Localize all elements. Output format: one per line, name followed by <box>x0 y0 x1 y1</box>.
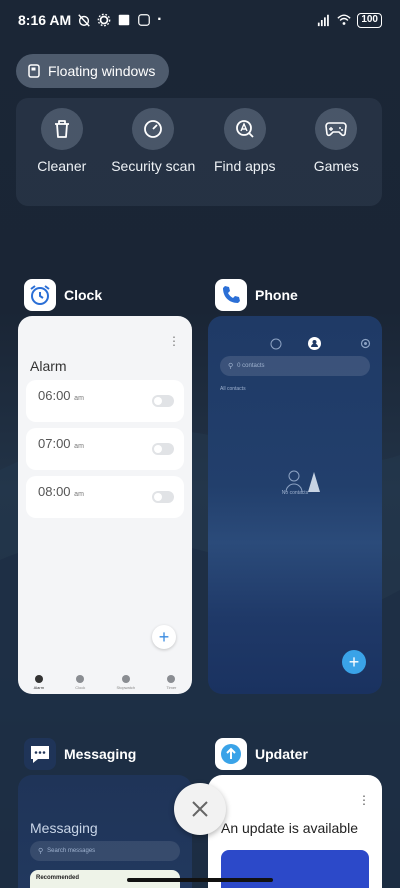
update-available-text: An update is available <box>221 820 358 836</box>
square-icon <box>118 14 130 26</box>
recent-app-card-updater[interactable]: ⋮ An update is available <box>208 775 382 888</box>
messages-search-bar: ⚲ Search messages <box>30 841 180 861</box>
nav-label: Alarm <box>33 685 45 690</box>
app-header-updater[interactable]: Updater <box>215 738 308 770</box>
app-name: Clock <box>64 287 103 303</box>
nav-label: Timer <box>166 685 177 690</box>
quick-action-label: Security scan <box>111 158 196 174</box>
recommended-label: Recommended <box>36 875 80 881</box>
alarm-period: am <box>74 443 84 450</box>
contacts-search-bar: ⚲ 0 contacts <box>220 356 370 376</box>
update-banner <box>221 850 369 888</box>
alarm-period: am <box>74 395 84 402</box>
alarm-time: 08:00 <box>38 484 71 499</box>
notification-dot-icon: · <box>157 11 163 28</box>
app-header-clock[interactable]: Clock <box>24 279 102 311</box>
quick-action-label: Find apps <box>214 158 276 174</box>
app-header-messaging[interactable]: Messaging <box>24 738 136 770</box>
status-bar: 8:16 AM · 100 <box>0 0 400 40</box>
signal-icon <box>318 14 330 27</box>
add-contact-icon: + <box>342 650 366 674</box>
clock-bottom-nav: Alarm Clock Stopwatch Timer <box>18 675 192 690</box>
gamepad-icon <box>325 122 348 137</box>
search-icon: ⚲ <box>228 363 234 370</box>
battery-indicator: 100 <box>357 12 382 28</box>
floating-windows-label: Floating windows <box>48 63 156 79</box>
nav-label: Stopwatch <box>116 685 136 690</box>
settings-icon <box>360 338 371 349</box>
clock-nav-icon <box>76 675 85 683</box>
trash-icon <box>54 120 69 138</box>
quick-action-find-apps[interactable]: Find apps <box>200 108 290 206</box>
gear-icon <box>97 13 111 27</box>
alarm-time: 06:00 <box>38 388 71 403</box>
alarm-off-icon <box>78 14 90 27</box>
recent-app-card-messaging[interactable]: Messaging ⚲ Search messages Recommended <box>18 775 192 888</box>
clear-all-button[interactable] <box>174 783 226 835</box>
recent-app-card-phone[interactable]: ⚲ 0 contacts All contacts No contacts + <box>208 316 382 694</box>
status-time: 8:16 AM <box>18 12 72 28</box>
stopwatch-nav-icon <box>121 675 130 683</box>
close-icon <box>192 801 208 817</box>
alarm-toggle <box>152 443 174 455</box>
quick-action-security-scan[interactable]: Security scan <box>108 108 198 206</box>
speedometer-icon <box>144 120 163 138</box>
add-alarm-icon: + <box>152 625 176 649</box>
nav-label: Clock <box>75 685 86 690</box>
quick-action-games[interactable]: Games <box>291 108 381 206</box>
floating-windows-button[interactable]: Floating windows <box>16 54 170 88</box>
timer-nav-icon <box>167 675 176 683</box>
phone-icon <box>223 286 240 303</box>
more-options-icon: ⋮ <box>358 793 370 807</box>
alarm-row: 08:00 am <box>26 476 184 518</box>
alarm-toggle <box>152 491 174 503</box>
app-name: Updater <box>255 746 308 762</box>
contacts-filter: All contacts <box>220 386 246 392</box>
alarm-screen-title: Alarm <box>30 358 67 374</box>
alarm-time: 07:00 <box>38 436 71 451</box>
quick-action-label: Games <box>313 158 359 174</box>
quick-action-cleaner[interactable]: Cleaner <box>17 108 107 206</box>
quick-action-label: Cleaner <box>37 158 87 174</box>
messaging-screen-title: Messaging <box>30 820 98 836</box>
search-icon: ⚲ <box>38 848 44 855</box>
more-options-icon: ⋮ <box>168 334 180 348</box>
message-bubble-icon <box>31 746 49 763</box>
app-badge-icon <box>138 14 151 26</box>
alarm-row: 06:00 am <box>26 380 184 422</box>
floating-window-icon <box>28 64 40 78</box>
alarm-clock-icon <box>30 285 50 305</box>
update-arrow-icon <box>221 744 241 764</box>
recent-app-card-clock[interactable]: ⋮ Alarm 06:00 am 07:00 am 08:00 am + Ala… <box>18 316 192 694</box>
alarm-nav-icon <box>34 675 43 683</box>
alarm-period: am <box>74 491 84 498</box>
messages-search-placeholder: Search messages <box>47 848 96 854</box>
quick-actions-panel: Cleaner Security scan Find apps Games <box>16 98 382 206</box>
no-contacts-text: No contacts <box>281 490 309 496</box>
app-name: Messaging <box>64 746 137 762</box>
find-apps-icon <box>235 120 254 138</box>
app-name: Phone <box>255 287 298 303</box>
home-indicator[interactable] <box>127 878 273 882</box>
contacts-tab-icon <box>308 337 321 350</box>
contacts-search-placeholder: 0 contacts <box>237 363 265 369</box>
call-log-icon <box>270 338 282 350</box>
wifi-icon <box>337 14 351 25</box>
alarm-toggle <box>152 395 174 407</box>
alarm-row: 07:00 am <box>26 428 184 470</box>
app-header-phone[interactable]: Phone <box>215 279 298 311</box>
